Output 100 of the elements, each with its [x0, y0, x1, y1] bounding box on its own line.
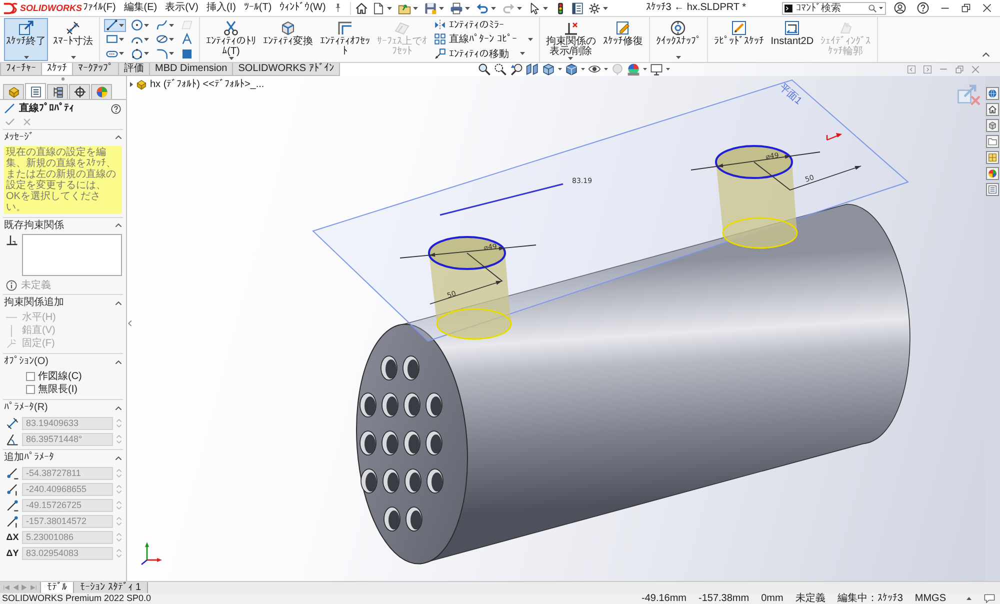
collapse-icon[interactable] [982, 52, 990, 57]
pin-icon[interactable] [334, 3, 341, 13]
checkbox[interactable] [26, 372, 35, 381]
monitor-icon[interactable] [650, 63, 663, 76]
menu-item[interactable]: 表示(V) [161, 2, 202, 14]
eye-icon[interactable] [588, 65, 601, 74]
command-button[interactable]: ｽﾏｰﾄ寸法 [51, 18, 95, 61]
command-button[interactable]: ｴﾝﾃｨﾃｨのﾐﾗｰ [432, 18, 535, 32]
caret-icon[interactable] [558, 68, 562, 71]
home-icon[interactable] [986, 103, 999, 116]
globe-icon[interactable] [986, 87, 999, 100]
collapse-icon[interactable] [115, 223, 122, 228]
collapse-icon[interactable] [115, 360, 122, 364]
ribbon-tab[interactable]: ｽｹｯﾁ [41, 63, 73, 76]
scene-icon[interactable] [627, 63, 640, 76]
checkbox-label[interactable]: 無限長(I) [38, 384, 78, 396]
command-search-field[interactable]: ｺﾏﾝﾄﾞ検索 [782, 2, 886, 14]
checkbox[interactable] [26, 385, 35, 394]
menu-item[interactable]: ﾂｰﾙ(T) [240, 2, 276, 14]
ribbon-tab[interactable]: ﾌｨｰﾁｬｰ [0, 63, 42, 76]
command-button[interactable]: Instant2D [768, 18, 816, 61]
restore-icon[interactable] [961, 3, 971, 13]
collapse-icon[interactable] [115, 406, 122, 410]
zoom-area-icon[interactable] [494, 63, 507, 76]
home-icon[interactable] [354, 2, 368, 14]
printer-icon[interactable] [450, 2, 463, 14]
collapse-icon[interactable] [115, 300, 122, 306]
close-icon[interactable] [982, 3, 992, 13]
minimize-icon[interactable] [940, 6, 950, 10]
caret-icon[interactable] [542, 6, 548, 10]
tool-button[interactable] [154, 32, 176, 46]
folder-icon[interactable] [986, 135, 999, 148]
tool-button[interactable] [104, 32, 126, 46]
command-button[interactable]: ｽｹｯﾁ終了 [4, 18, 48, 61]
check-icon[interactable] [5, 118, 15, 126]
command-button[interactable]: ｽｹｯﾁ修復 [600, 18, 645, 61]
panel-tab[interactable] [69, 84, 90, 99]
file-properties-icon[interactable] [570, 2, 584, 14]
chat-icon[interactable] [984, 594, 995, 604]
caret-icon[interactable] [666, 68, 670, 71]
help-icon[interactable] [111, 104, 121, 114]
ribbon-tab[interactable]: SOLIDWORKS ｱﾄﾞｲﾝ [232, 63, 340, 76]
cube-icon[interactable] [986, 119, 999, 132]
part-tree-item[interactable]: hx (ﾃﾞﾌｫﾙﾄ) <<ﾃﾞﾌｫﾙﾄ>_... [150, 79, 264, 90]
up-caret-icon[interactable] [966, 596, 972, 600]
expand-caret-icon[interactable] [130, 82, 133, 88]
tile-left-icon[interactable] [907, 65, 916, 74]
command-button[interactable]: ｴﾝﾃｨﾃｨの移動 [432, 47, 535, 60]
section-view-icon[interactable] [526, 63, 539, 76]
menu-item[interactable]: 挿入(I) [202, 2, 240, 14]
caret-icon[interactable] [879, 6, 883, 9]
caret-icon[interactable] [464, 6, 470, 10]
command-button[interactable]: ｴﾝﾃｨﾃｨ変換 [261, 18, 315, 61]
panel-tab[interactable] [47, 84, 68, 99]
command-button[interactable]: 拘束関係の表示/削除 [544, 18, 598, 61]
help-icon[interactable] [917, 2, 929, 14]
caret-icon[interactable] [581, 68, 585, 71]
tool-button[interactable] [154, 47, 176, 60]
model-tab[interactable]: ﾓｰｼｮﾝ ｽﾀﾃﾞｨ 1 [74, 582, 148, 593]
user-icon[interactable] [894, 2, 906, 14]
caret-icon[interactable] [490, 6, 496, 10]
caret-icon[interactable] [602, 6, 608, 10]
tool-button[interactable] [129, 18, 151, 32]
open-folder-icon[interactable] [398, 2, 411, 14]
panel-tab[interactable] [25, 83, 46, 99]
tool-button[interactable] [104, 18, 126, 32]
caret-icon[interactable] [438, 6, 444, 10]
model-tab[interactable]: ﾓﾃﾞﾙ [41, 582, 74, 593]
menu-item[interactable]: 編集(E) [120, 2, 162, 14]
ribbon-tab[interactable]: ﾏｰｸｱｯﾌﾟ [72, 63, 119, 76]
command-button[interactable]: ｴﾝﾃｨﾃｨｵﾌｾｯﾄ [318, 18, 372, 61]
tool-button[interactable] [129, 47, 151, 60]
display-style-icon[interactable] [565, 63, 578, 76]
menu-item[interactable]: ｳｨﾝﾄﾞｳ(W) [276, 2, 330, 14]
tool-button[interactable] [154, 18, 176, 32]
color-ball-icon[interactable] [986, 167, 999, 180]
palette-icon[interactable] [986, 151, 999, 164]
zoom-to-fit-icon[interactable] [478, 63, 491, 76]
undo-icon[interactable] [476, 2, 489, 14]
caret-icon[interactable] [643, 68, 647, 71]
command-button[interactable]: ｸｲｯｸｽﾅｯﾌﾟ [654, 18, 703, 61]
collapse-icon[interactable] [115, 135, 122, 140]
settings-icon[interactable] [588, 2, 601, 14]
caret-icon[interactable] [412, 6, 418, 10]
caret-icon[interactable] [386, 6, 392, 10]
command-button[interactable]: 直線ﾊﾟﾀｰﾝ ｺﾋﾟｰ [432, 32, 535, 46]
new-document-icon[interactable] [372, 2, 385, 14]
caret-icon[interactable] [604, 68, 608, 71]
save-icon[interactable] [424, 2, 437, 14]
previous-view-icon[interactable] [510, 63, 523, 76]
panel-toggle-icon[interactable] [128, 320, 132, 327]
view-orientation-icon[interactable] [542, 63, 555, 76]
search-icon[interactable] [868, 4, 877, 12]
ribbon-tab[interactable]: MBD Dimension [149, 63, 234, 76]
list-icon[interactable] [986, 183, 999, 196]
collapse-icon[interactable] [115, 456, 122, 460]
command-button[interactable]: ｴﾝﾃｨﾃｨのﾄﾘﾑ(T) [204, 18, 258, 61]
command-button[interactable]: ﾗﾋﾟｯﾄﾞｽｹｯﾁ [712, 18, 766, 61]
ribbon-tab[interactable]: 評価 [118, 63, 150, 76]
panel-tab[interactable] [91, 84, 112, 99]
